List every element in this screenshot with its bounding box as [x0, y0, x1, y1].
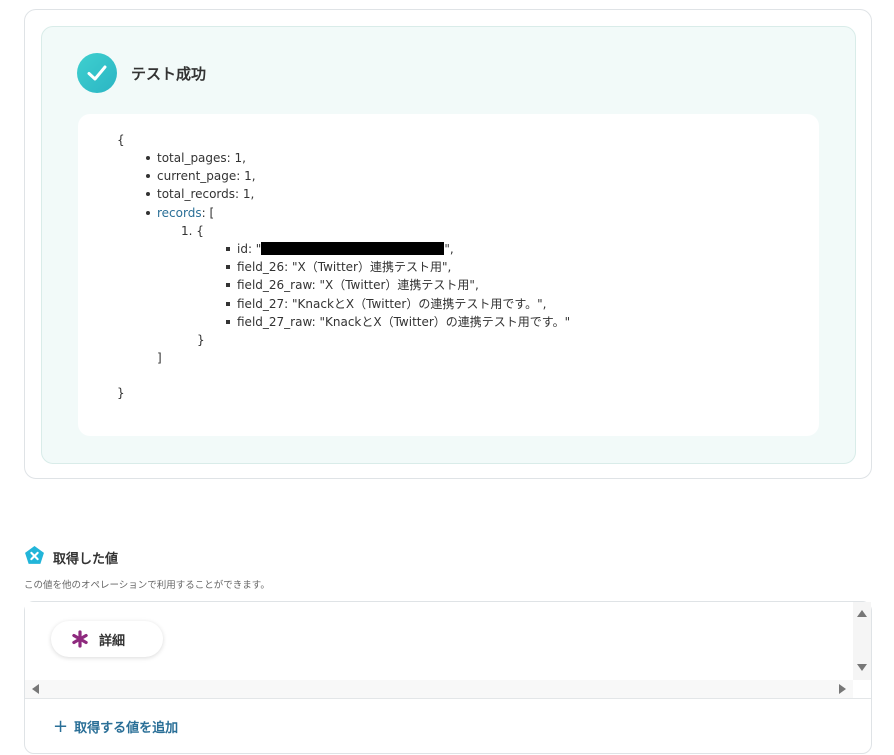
values-section-header: 取得した値 [24, 545, 118, 570]
id-prefix: id: " [237, 242, 262, 256]
json-item-index: 1. { [181, 224, 204, 238]
detail-chip[interactable]: 詳細 [51, 621, 163, 657]
json-output: { total_pages: 1, current_page: 1, total… [78, 114, 819, 436]
records-link[interactable]: records [157, 206, 202, 220]
detail-chip-label: 詳細 [99, 633, 126, 649]
scroll-right-arrow-icon[interactable] [839, 684, 846, 694]
square-bullet [226, 247, 230, 251]
json-id-line: id: " ", [237, 240, 454, 258]
json-records-line: records: [ [157, 204, 214, 222]
json-total-records: total_records: 1, [157, 187, 255, 201]
json-total-pages: total_pages: 1, [157, 151, 246, 165]
test-result-card: テスト成功 { total_pages: 1, current_page: 1,… [24, 9, 872, 479]
json-array-close: ] [157, 351, 162, 365]
square-bullet [226, 283, 230, 287]
json-item-close: } [197, 333, 205, 347]
values-section-title: 取得した値 [53, 552, 119, 567]
add-value-button[interactable]: + 取得する値を追加 [53, 717, 178, 736]
add-value-label: 取得する値を追加 [74, 721, 179, 736]
json-close-brace: } [117, 386, 125, 400]
check-circle-icon [77, 53, 117, 93]
json-current-page: current_page: 1, [157, 169, 256, 183]
bullet [146, 211, 150, 215]
bullet [146, 192, 150, 196]
horizontal-scrollbar[interactable] [25, 680, 853, 698]
result-title: テスト成功 [131, 65, 207, 83]
asterisk-icon [71, 630, 89, 648]
values-scroll-area[interactable]: 詳細 [25, 602, 853, 680]
redacted-id [261, 242, 445, 255]
plus-icon: + [53, 715, 69, 737]
pentagon-x-icon [24, 545, 45, 570]
acquired-values-box: 詳細 + 取得する値を追加 [24, 601, 872, 754]
scroll-down-arrow-icon[interactable] [857, 664, 867, 671]
bullet [146, 174, 150, 178]
json-field-26: field_26: "X（Twitter）連携テスト用", [237, 260, 452, 274]
values-section-description: この値を他のオペレーションで利用することができます。 [24, 580, 270, 591]
vertical-scrollbar[interactable] [853, 602, 871, 680]
test-success-panel: テスト成功 { total_pages: 1, current_page: 1,… [41, 26, 856, 464]
divider [25, 698, 871, 699]
json-open-brace: { [117, 133, 125, 147]
scroll-up-arrow-icon[interactable] [857, 610, 867, 617]
records-suffix: : [ [201, 206, 215, 220]
id-suffix: ", [444, 242, 454, 256]
scroll-left-arrow-icon[interactable] [32, 684, 39, 694]
square-bullet [226, 302, 230, 306]
square-bullet [226, 265, 230, 269]
square-bullet [226, 320, 230, 324]
json-field-27: field_27: "KnackとX（Twitter）の連携テスト用です。", [237, 297, 547, 311]
bullet [146, 156, 150, 160]
json-field-27-raw: field_27_raw: "KnackとX（Twitter）の連携テスト用です… [237, 315, 571, 329]
json-field-26-raw: field_26_raw: "X（Twitter）連携テスト用", [237, 278, 479, 292]
